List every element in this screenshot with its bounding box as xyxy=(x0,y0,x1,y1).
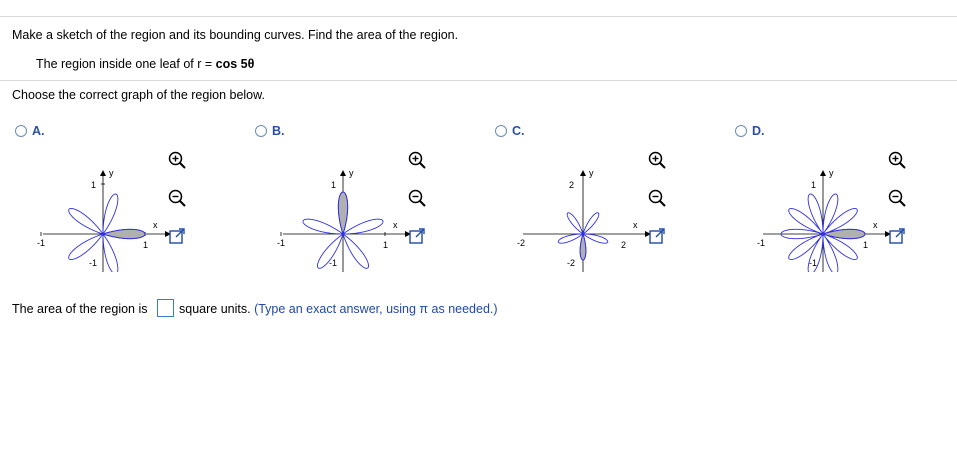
option-c: C. 2 y x -2 2 -2 xyxy=(495,124,715,274)
y-tick-neg: -2 xyxy=(567,258,575,268)
region-prefix: The region inside one leaf of r = xyxy=(36,57,216,71)
graph-a: 1 y x -1 1 -1 xyxy=(37,168,171,272)
answer-suffix-line: square units. (Type an exact answer, usi… xyxy=(179,302,498,316)
y-axis-label: y xyxy=(109,168,114,178)
answer-prefix: The area of the region is xyxy=(12,302,148,316)
x-tick-pos: 1 xyxy=(383,240,388,250)
zoom-out-icon[interactable] xyxy=(887,188,907,208)
answer-suffix: square units. xyxy=(179,302,251,316)
y-axis-arrow xyxy=(580,170,586,176)
x-tick-neg: -1 xyxy=(37,238,45,248)
expand-icon[interactable] xyxy=(887,226,907,246)
option-a-radio-group[interactable]: A. xyxy=(15,124,45,138)
option-a: A. 1 y x -1 1 -1 xyxy=(15,124,235,274)
graph-c: 2 y x -2 2 -2 xyxy=(517,168,651,272)
x-tick-pos: 1 xyxy=(863,240,868,250)
option-letter: A. xyxy=(32,124,45,138)
x-tick-neg: -1 xyxy=(757,238,765,248)
option-b-radio-group[interactable]: B. xyxy=(255,124,285,138)
shaded-leaf xyxy=(821,228,866,240)
y-tick-neg: -1 xyxy=(809,258,817,268)
x-tick-neg: -2 xyxy=(517,238,525,248)
radio-button[interactable] xyxy=(15,125,27,137)
y-axis-arrow xyxy=(340,170,346,176)
expand-icon[interactable] xyxy=(407,226,427,246)
area-answer-input[interactable] xyxy=(157,299,174,317)
x-axis-label: x xyxy=(873,220,878,230)
y-tick-pos: 2 xyxy=(569,180,574,190)
y-axis-label: y xyxy=(349,168,354,178)
answer-hint: (Type an exact answer, using π as needed… xyxy=(254,302,498,316)
y-tick-pos: 1 xyxy=(331,180,336,190)
choose-prompt: Choose the correct graph of the region b… xyxy=(12,88,265,102)
option-d: D. 1 y x -1 1 -1 xyxy=(735,124,955,274)
shaded-leaf xyxy=(337,191,349,236)
top-divider xyxy=(0,16,957,17)
question-divider xyxy=(0,80,957,81)
x-tick-pos: 2 xyxy=(621,240,626,250)
shaded-leaf xyxy=(101,228,146,240)
zoom-out-icon[interactable] xyxy=(647,188,667,208)
radio-button[interactable] xyxy=(255,125,267,137)
y-tick-pos: 1 xyxy=(91,180,96,190)
zoom-in-icon[interactable] xyxy=(647,150,667,170)
zoom-out-icon[interactable] xyxy=(407,188,427,208)
graph-d: 1 y x -1 1 -1 xyxy=(757,168,891,272)
y-axis-label: y xyxy=(829,168,834,178)
x-axis-label: x xyxy=(633,220,638,230)
expand-icon[interactable] xyxy=(167,226,187,246)
option-letter: C. xyxy=(512,124,525,138)
zoom-in-icon[interactable] xyxy=(887,150,907,170)
y-axis-arrow xyxy=(820,170,826,176)
option-d-radio-group[interactable]: D. xyxy=(735,124,765,138)
expand-icon[interactable] xyxy=(647,226,667,246)
y-tick-neg: -1 xyxy=(329,258,337,268)
y-axis-arrow xyxy=(100,170,106,176)
x-axis-label: x xyxy=(393,220,398,230)
zoom-in-icon[interactable] xyxy=(167,150,187,170)
y-tick-neg: -1 xyxy=(89,258,97,268)
instruction-text: Make a sketch of the region and its boun… xyxy=(12,28,459,42)
region-description: The region inside one leaf of r = cos 5θ xyxy=(36,57,254,71)
radio-button[interactable] xyxy=(495,125,507,137)
zoom-in-icon[interactable] xyxy=(407,150,427,170)
option-letter: D. xyxy=(752,124,765,138)
option-c-radio-group[interactable]: C. xyxy=(495,124,525,138)
zoom-out-icon[interactable] xyxy=(167,188,187,208)
region-formula: cos 5θ xyxy=(215,57,255,71)
graph-b: 1 y x -1 1 -1 xyxy=(277,168,411,272)
x-axis-label: x xyxy=(153,220,158,230)
y-axis-label: y xyxy=(589,168,594,178)
radio-button[interactable] xyxy=(735,125,747,137)
y-tick-pos: 1 xyxy=(811,180,816,190)
x-tick-neg: -1 xyxy=(277,238,285,248)
x-tick-pos: 1 xyxy=(143,240,148,250)
option-letter: B. xyxy=(272,124,285,138)
option-b: B. 1 y x -1 1 -1 xyxy=(255,124,475,274)
